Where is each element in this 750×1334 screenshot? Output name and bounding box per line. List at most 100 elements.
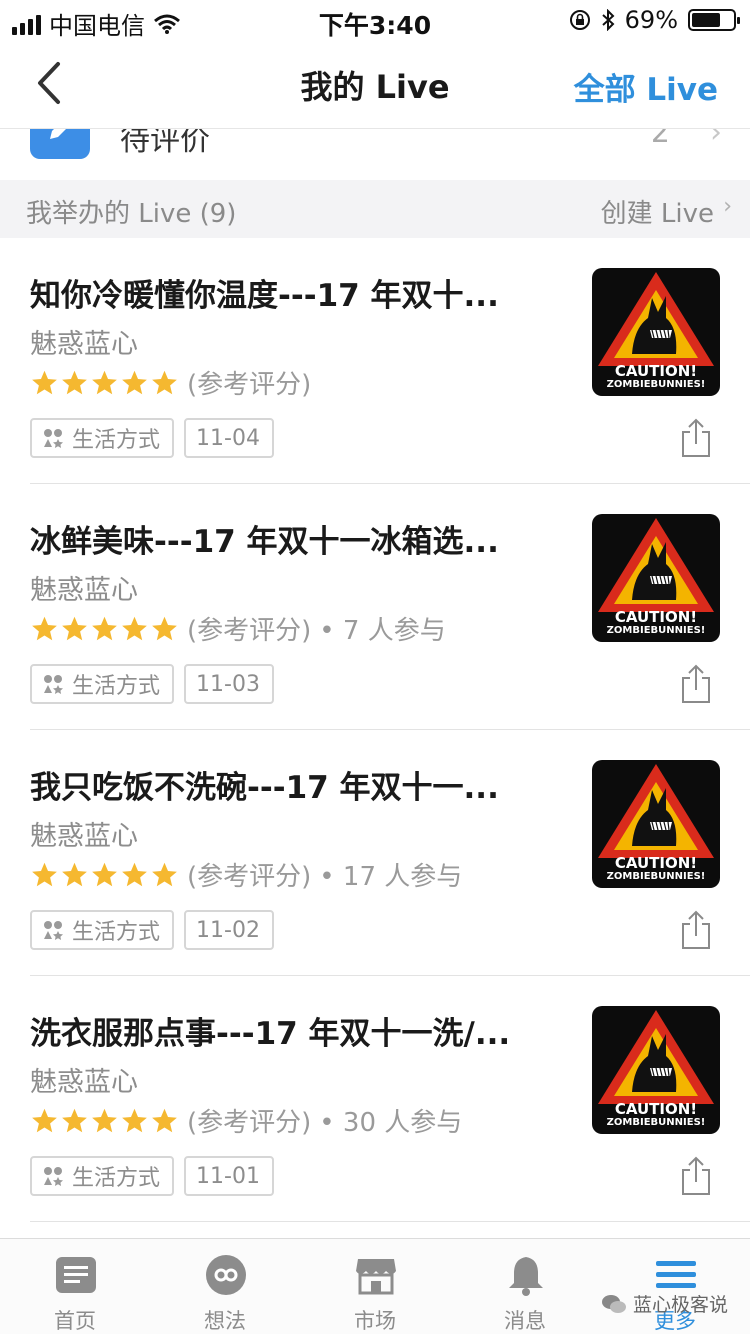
live-title: 洗衣服那点事---17 年双十一洗/...: [30, 1016, 511, 1052]
star-icon: [32, 370, 57, 394]
star-icon: [62, 616, 87, 640]
tab-messages[interactable]: 消息: [450, 1239, 600, 1334]
star-icon: [152, 370, 177, 394]
star-rating: [30, 1107, 179, 1135]
live-author: 魅惑蓝心: [30, 821, 138, 852]
tab-ideas[interactable]: 想法: [150, 1239, 300, 1334]
category-tag[interactable]: 生活方式: [30, 418, 175, 458]
category-label: 生活方式: [72, 674, 161, 699]
warning-triangle-icon: [598, 272, 714, 366]
bluetooth-icon: [601, 9, 615, 31]
star-icon: [122, 616, 147, 640]
bell-icon: [509, 1257, 543, 1296]
date-label: 11-02: [196, 917, 260, 943]
edit-icon: [30, 129, 90, 159]
date-tag: 11-01: [184, 1156, 274, 1196]
date-label: 11-01: [196, 1163, 260, 1189]
share-button[interactable]: [680, 664, 712, 704]
tab-more[interactable]: 更多: [600, 1239, 750, 1334]
pending-review-row[interactable]: 待评价 2 ›: [0, 128, 750, 180]
star-icon: [32, 616, 57, 640]
rating-label: (参考评分): [187, 1108, 312, 1138]
star-rating: [30, 369, 179, 397]
star-icon: [122, 1108, 147, 1132]
all-live-button[interactable]: 全部 Live: [574, 64, 718, 109]
participants-count: • 17 人参与: [319, 862, 463, 892]
star-icon: [92, 616, 117, 640]
participants-count: • 30 人参与: [319, 1108, 463, 1138]
cover-caption: CAUTION!: [614, 854, 698, 872]
market-icon: [356, 1259, 396, 1295]
rotation-lock-icon: [569, 10, 590, 30]
wechat-icon: [601, 1294, 626, 1313]
live-title: 冰鲜美味---17 年双十一冰箱选...: [30, 524, 499, 560]
cover-subcaption: ZOMBIEBUNNIES!: [606, 871, 706, 882]
live-cover-image[interactable]: CAUTION! ZOMBIEBUNNIES!: [592, 514, 720, 642]
live-tags: 生活方式 11-03: [30, 664, 274, 704]
category-label: 生活方式: [72, 920, 161, 945]
chevron-right-icon: ›: [723, 194, 732, 219]
live-author: 魅惑蓝心: [30, 1067, 138, 1098]
live-cover-image[interactable]: CAUTION! ZOMBIEBUNNIES!: [592, 1006, 720, 1134]
live-list-item[interactable]: 知你冷暖懂你温度---17 年双十... 魅惑蓝心 (参考评分) 生活方式 11…: [0, 238, 750, 484]
date-tag: 11-04: [184, 418, 274, 458]
cover-subcaption: ZOMBIEBUNNIES!: [606, 1117, 706, 1128]
warning-triangle-icon: [598, 518, 714, 612]
tab-home[interactable]: 首页: [0, 1239, 150, 1334]
share-icon: [682, 664, 710, 703]
cover-caption: CAUTION!: [614, 362, 698, 380]
star-rating: [30, 615, 179, 643]
live-cover-image[interactable]: CAUTION! ZOMBIEBUNNIES!: [592, 760, 720, 888]
live-author: 魅惑蓝心: [30, 575, 138, 606]
category-tag[interactable]: 生活方式: [30, 664, 175, 704]
wechat-watermark: 蓝心极客说: [601, 1290, 728, 1317]
chevron-right-icon: ›: [710, 128, 722, 150]
home-icon: [56, 1257, 96, 1293]
live-rating: (参考评分) • 30 人参与: [30, 1102, 462, 1139]
live-list-item[interactable]: 冰鲜美味---17 年双十一冰箱选... 魅惑蓝心 (参考评分) • 7 人参与…: [0, 484, 750, 730]
category-tag[interactable]: 生活方式: [30, 910, 175, 950]
star-icon: [62, 862, 87, 886]
battery-percent: 69%: [624, 6, 678, 34]
tab-label: 想法: [204, 1309, 246, 1333]
tab-label: 消息: [504, 1309, 546, 1333]
share-button[interactable]: [680, 1156, 712, 1196]
watermark-text: 蓝心极客说: [632, 1294, 728, 1316]
live-title: 我只吃饭不洗碗---17 年双十一...: [30, 770, 499, 806]
warning-triangle-icon: [598, 1010, 714, 1104]
category-label: 生活方式: [72, 428, 161, 453]
star-icon: [92, 1108, 117, 1132]
date-tag: 11-02: [184, 910, 274, 950]
category-tag[interactable]: 生活方式: [30, 1156, 175, 1196]
tab-label: 首页: [54, 1309, 96, 1333]
live-tags: 生活方式 11-02: [30, 910, 274, 950]
star-icon: [32, 862, 57, 886]
share-button[interactable]: [680, 910, 712, 950]
star-icon: [62, 1108, 87, 1132]
live-cover-image[interactable]: CAUTION! ZOMBIEBUNNIES!: [592, 268, 720, 396]
category-icon: [44, 429, 63, 448]
live-list-item[interactable]: 我只吃饭不洗碗---17 年双十一... 魅惑蓝心 (参考评分) • 17 人参…: [0, 730, 750, 976]
share-icon: [682, 1156, 710, 1195]
live-title: 知你冷暖懂你温度---17 年双十...: [30, 278, 499, 314]
star-icon: [122, 370, 147, 394]
star-icon: [32, 1108, 57, 1132]
rating-label: (参考评分): [187, 862, 312, 892]
pending-review-label: 待评价: [120, 128, 210, 158]
share-button[interactable]: [680, 418, 712, 458]
star-icon: [152, 1108, 177, 1132]
cover-subcaption: ZOMBIEBUNNIES!: [606, 379, 706, 390]
live-tags: 生活方式 11-04: [30, 418, 274, 458]
live-rating: (参考评分): [30, 364, 319, 401]
live-list-item[interactable]: 洗衣服那点事---17 年双十一洗/... 魅惑蓝心 (参考评分) • 30 人…: [0, 976, 750, 1222]
tab-bar: 首页 想法 市场 消息 更多: [0, 1238, 750, 1334]
star-rating: [30, 861, 179, 889]
live-tags: 生活方式 11-01: [30, 1156, 274, 1196]
create-live-button[interactable]: 创建 Live: [601, 193, 714, 230]
tab-market[interactable]: 市场: [300, 1239, 450, 1334]
rating-label: (参考评分): [187, 370, 312, 400]
section-title: 我举办的 Live (9): [26, 199, 237, 229]
pending-review-count: 2: [650, 128, 670, 150]
cover-subcaption: ZOMBIEBUNNIES!: [606, 625, 706, 636]
share-icon: [682, 910, 710, 949]
